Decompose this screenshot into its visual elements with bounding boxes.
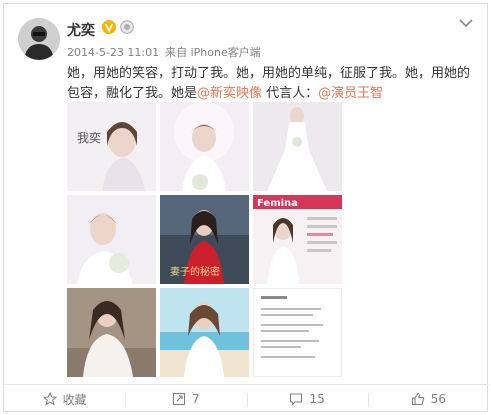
photo-2[interactable] xyxy=(160,102,249,191)
comment-button[interactable]: 15 xyxy=(246,385,368,413)
post-source: 来自 iPhone客户端 xyxy=(165,46,261,59)
photo-4[interactable] xyxy=(67,195,156,284)
photo-8[interactable] xyxy=(160,288,249,377)
like-count: 56 xyxy=(430,392,447,406)
photo-1[interactable]: 我奕 xyxy=(67,102,156,191)
repost-icon xyxy=(172,392,186,406)
post-text-body: 代言人： xyxy=(262,86,319,101)
photo-caption: 妻子的秘密 xyxy=(170,265,220,278)
weibo-post-card: 尤奕 2014-5-23 11:01 来自 iPhone客户端 她，用她的笑容，打… xyxy=(3,3,489,413)
favorite-label: 收藏 xyxy=(62,392,87,407)
photo-6[interactable]: Femina xyxy=(253,195,342,284)
comment-icon xyxy=(290,393,303,406)
chevron-down-icon[interactable] xyxy=(459,18,473,28)
star-icon xyxy=(42,392,57,406)
repost-button[interactable]: 7 xyxy=(125,385,246,413)
post-timestamp[interactable]: 2014-5-23 11:01 xyxy=(67,46,159,59)
photo-7[interactable] xyxy=(67,288,156,377)
action-toolbar: 收藏 7 15 56 xyxy=(4,384,489,413)
photo-9[interactable] xyxy=(253,288,342,377)
post-meta: 2014-5-23 11:01 来自 iPhone客户端 xyxy=(67,44,267,60)
mention-link[interactable]: @演员王智 xyxy=(318,86,383,101)
thumbs-up-icon xyxy=(411,392,424,406)
member-badge-icon[interactable] xyxy=(120,20,134,34)
photo-caption: Femina xyxy=(257,198,298,209)
photo-caption: 我奕 xyxy=(77,130,101,145)
username[interactable]: 尤奕 xyxy=(67,20,95,40)
verified-v-icon[interactable] xyxy=(102,20,116,34)
favorite-button[interactable]: 收藏 xyxy=(4,385,125,413)
post-text: 她，用她的笑容，打动了我。她，用她的单纯，征服了我。她，用她的包容，融化了我。她… xyxy=(67,64,477,104)
photo-3[interactable] xyxy=(253,102,342,191)
avatar[interactable] xyxy=(18,18,60,60)
repost-count: 7 xyxy=(192,392,200,406)
mention-link[interactable]: @新奕映像 xyxy=(197,86,262,101)
comment-count: 15 xyxy=(309,392,325,406)
like-button[interactable]: 56 xyxy=(367,385,489,413)
photo-5[interactable]: 妻子的秘密 xyxy=(160,195,249,284)
